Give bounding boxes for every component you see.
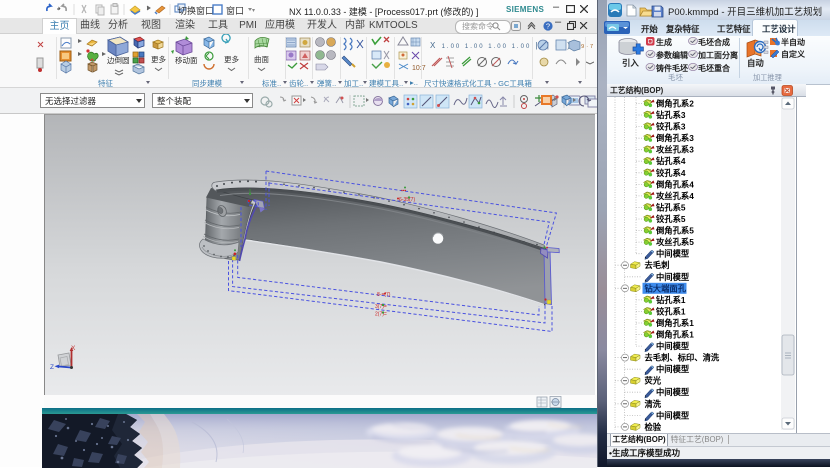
svg-text:倒角孔系1: 倒角孔系1 [655, 330, 694, 340]
svg-text:钻孔系3: 钻孔系3 [656, 110, 686, 120]
svg-text:去毛刺: 去毛刺 [645, 260, 670, 270]
svg-text:倒角孔系3: 倒角孔系3 [655, 133, 694, 143]
svg-text:检验: 检验 [645, 422, 662, 432]
svg-text:8-=(7): 8-=(7) [377, 292, 391, 298]
svg-text:攻丝孔系4: 攻丝孔系4 [656, 191, 694, 201]
svg-text:铰孔系4: 铰孔系4 [656, 168, 686, 178]
svg-text:3(7)=: 3(7)= [375, 304, 387, 310]
svg-text:荧光: 荧光 [645, 376, 662, 386]
svg-text:中间模型: 中间模型 [656, 410, 690, 420]
svg-text:更多: 更多 [151, 54, 166, 64]
svg-text:铰孔系1: 铰孔系1 [656, 306, 686, 316]
svg-text:曲面: 曲面 [254, 54, 269, 64]
svg-text:钻孔系1: 钻孔系1 [656, 295, 686, 305]
svg-text:铰孔系3: 铰孔系3 [656, 122, 686, 132]
svg-text:倒角孔系1: 倒角孔系1 [655, 318, 694, 328]
svg-text:X: X [71, 345, 76, 352]
svg-text:?: ? [546, 22, 550, 31]
svg-text:移动面: 移动面 [175, 55, 198, 65]
svg-text:钻孔系5: 钻孔系5 [656, 202, 686, 212]
svg-text:铰孔系5: 铰孔系5 [656, 214, 686, 224]
svg-text:倒角孔系5: 倒角孔系5 [655, 226, 694, 236]
svg-text:6-35(7): 6-35(7) [399, 197, 415, 203]
svg-text:中间模型: 中间模型 [656, 364, 690, 374]
svg-text:倒角孔系2: 倒角孔系2 [655, 99, 694, 109]
svg-text:更多: 更多 [224, 54, 239, 64]
svg-text:10:7: 10:7 [412, 65, 426, 72]
svg-text:▪▪▪: ▪▪▪ [401, 188, 407, 194]
svg-text:攻丝孔系3: 攻丝孔系3 [656, 145, 694, 155]
svg-text:倒角孔系4: 倒角孔系4 [655, 179, 694, 189]
svg-text:中间模型: 中间模型 [656, 272, 690, 282]
svg-text:中间模型: 中间模型 [656, 341, 690, 351]
svg-text:攻丝孔系5: 攻丝孔系5 [656, 237, 694, 247]
svg-text:钻大端面孔: 钻大端面孔 [645, 283, 687, 293]
svg-text:钻孔系4: 钻孔系4 [656, 156, 686, 166]
svg-text:去毛刺、标印、清洗: 去毛刺、标印、清洗 [645, 353, 720, 363]
svg-text:边倒圆: 边倒圆 [107, 55, 130, 65]
svg-text:Z: Z [50, 364, 54, 371]
svg-text:清洗: 清洗 [645, 399, 662, 409]
svg-text:2(7)=: 2(7)= [375, 312, 387, 318]
svg-text:中间模型: 中间模型 [656, 249, 690, 259]
svg-text:中间模型: 中间模型 [656, 387, 690, 397]
